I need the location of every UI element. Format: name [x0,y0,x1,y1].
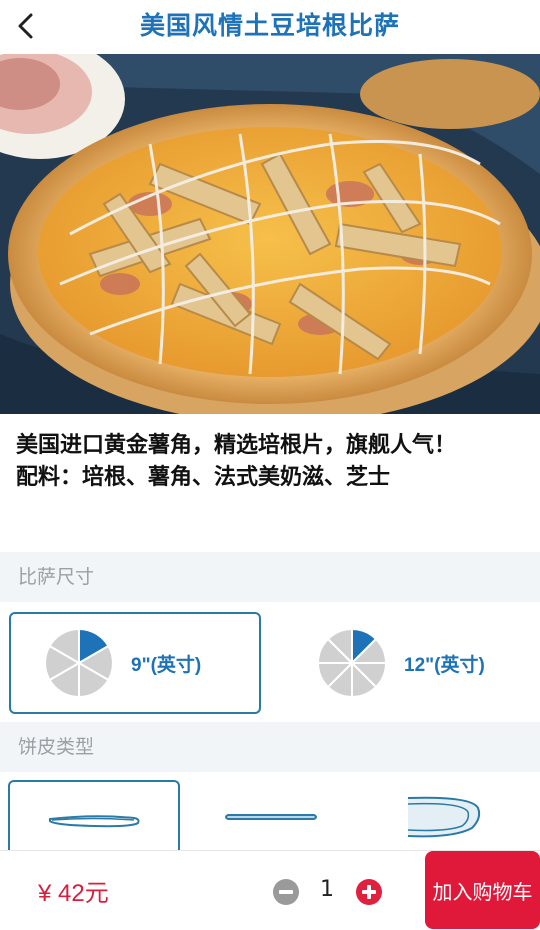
size-option-12-inch[interactable]: 12"(英寸) [282,612,534,714]
add-to-cart-button[interactable]: 加入购物车 [425,851,540,929]
quantity-value: 1 [320,877,334,902]
crust-option-thin[interactable] [8,780,180,860]
description-ingredients: 配料：培根、薯角、法式美奶滋、芝士 [16,465,391,490]
pizza-slice-icon [318,629,386,697]
top-bar: 美国风情土豆培根比萨 [0,0,540,52]
flat-crust-icon [225,814,317,820]
size-section-label: 比萨尺寸 [0,552,540,602]
crust-option-flat[interactable] [186,780,358,854]
product-image-carousel[interactable] [0,54,540,414]
pizza-slice-icon [45,629,113,697]
plus-circle-icon[interactable] [356,879,382,905]
size-option-9-inch[interactable]: 9"(英寸) [9,612,261,714]
page-title: 美国风情土豆培根比萨 [139,11,400,40]
bottom-action-bar: ¥ 42元 1 加入购物车 [0,850,540,930]
minus-circle-icon[interactable] [273,879,299,905]
crust-section-label: 饼皮类型 [0,722,540,772]
deep-dish-icon [407,796,481,838]
crust-option-deep-dish[interactable] [370,780,540,854]
size-option-label: 9"(英寸) [131,654,202,676]
description-headline: 美国进口黄金薯角，精选培根片，旗舰人气！ [16,433,457,458]
thin-crust-icon [49,815,140,828]
size-option-label: 12"(英寸) [404,654,485,676]
price-label: ¥ 42元 [38,880,109,907]
pizza-photo [0,54,540,414]
product-description: 美国进口黄金薯角，精选培根片，旗舰人气！ 配料：培根、薯角、法式美奶滋、芝士 [16,430,506,494]
